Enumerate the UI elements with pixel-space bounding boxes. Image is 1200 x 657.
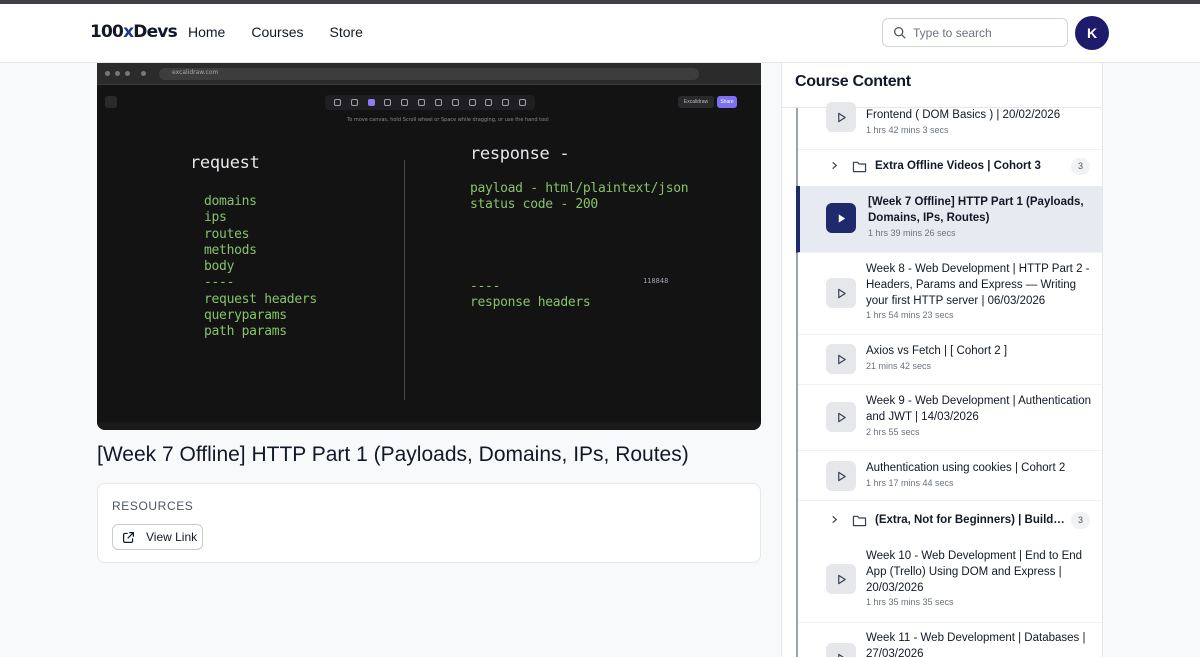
chevron-right-icon [832,161,838,170]
course-content-sidebar: Course Content Frontend ( DOM Basics ) |… [781,63,1103,657]
lesson-item[interactable]: Authentication using cookies | Cohort 2 … [798,451,1102,501]
sidebar-title: Course Content [795,73,911,90]
excalidraw-hint: To move canvas, hold Scroll wheel or Spa… [347,117,549,123]
resources-card: RESOURCES View Link [97,483,761,563]
board-right-heading: response - [470,144,570,164]
board-right-bottom: ---- response headers [470,279,591,311]
video-controls-strip[interactable] [97,422,761,430]
nav-store[interactable]: Store [330,24,363,40]
play-icon[interactable] [826,402,856,432]
lesson-item[interactable]: Week 9 - Web Development | Authenticatio… [798,385,1102,451]
folder-icon [852,515,867,527]
lesson-item[interactable]: Week 11 - Web Development | Databases | … [798,623,1102,657]
board-left-heading: request [190,153,260,173]
avatar[interactable]: K [1075,16,1109,50]
logo[interactable]: 100xDevs [90,22,178,42]
lesson-duration: 2 hrs 55 secs [866,426,920,437]
excalidraw-library: Excalidraw [678,96,714,108]
lesson-name: [Week 7 Offline] HTTP Part 1 (Payloads, … [868,196,1084,224]
folder-item[interactable]: (Extra, Not for Beginners) | Building a … [798,503,1102,541]
excalidraw-share: Share [717,96,737,108]
lesson-duration: 1 hrs 54 mins 23 secs [866,310,954,321]
external-link-icon [123,531,134,543]
recorded-browser-bar: excalidraw.com [97,63,761,85]
search-icon [893,26,906,39]
lesson-name: Week 11 - Web Development | Databases | … [866,632,1086,657]
play-icon[interactable] [826,461,856,491]
view-link-button[interactable]: View Link [112,524,203,550]
lesson-duration: 21 mins 42 secs [866,360,932,371]
lesson-item[interactable]: Week 10 - Web Development | End to End A… [798,541,1102,623]
lesson-name: Week 9 - Web Development | Authenticatio… [866,395,1092,423]
resources-label: RESOURCES [112,499,194,513]
folder-name: Extra Offline Videos | Cohort 3 [875,160,1041,172]
chevron-right-icon [832,515,838,524]
lesson-item[interactable]: Frontend ( DOM Basics ) | 20/02/2026 1 h… [798,102,1102,150]
lesson-name: Authentication using cookies | Cohort 2 [866,462,1066,474]
play-icon[interactable] [826,344,856,374]
folder-count: 3 [1071,512,1090,529]
lesson-title: [Week 7 Offline] HTTP Part 1 (Payloads, … [97,443,689,466]
header: 100xDevs Home Courses Store K [0,4,1200,63]
board-number: 118848 [643,277,669,285]
board-divider [404,160,405,400]
lesson-duration: 1 hrs 39 mins 26 secs [868,227,956,238]
nav-home[interactable]: Home [188,24,225,40]
view-link-label: View Link [146,530,198,544]
excalidraw-menu-icon [105,96,117,108]
play-icon[interactable] [826,278,856,308]
lesson-name: Week 8 - Web Development | HTTP Part 2 -… [866,263,1090,307]
folder-count: 3 [1071,158,1090,175]
play-icon[interactable] [826,643,856,657]
main-nav: Home Courses Store [188,24,363,40]
lesson-duration: 1 hrs 42 mins 3 secs [866,124,949,135]
nav-courses[interactable]: Courses [251,24,303,40]
lesson-item[interactable]: Week 8 - Web Development | HTTP Part 2 -… [798,253,1102,335]
folder-icon [852,161,867,173]
board-right-list: payload - html/plaintext/json status cod… [470,181,689,213]
lesson-name: Frontend ( DOM Basics ) | 20/02/2026 [866,109,1061,121]
board-left-list: domains ips routes methods body ---- req… [204,194,317,340]
lesson-duration: 1 hrs 17 mins 44 secs [866,477,954,488]
folder-name: (Extra, Not for Beginners) | Building a … [875,514,1067,526]
recorded-url: excalidraw.com [172,69,219,76]
lesson-name: Axios vs Fetch | [ Cohort 2 ] [866,345,1008,357]
lesson-item-active[interactable]: [Week 7 Offline] HTTP Part 1 (Payloads, … [796,186,1102,253]
excalidraw-toolbar [325,95,535,110]
lesson-duration: 1 hrs 35 mins 35 secs [866,597,954,608]
folder-item[interactable]: Extra Offline Videos | Cohort 3 3 [798,149,1102,187]
lesson-name: Week 10 - Web Development | End to End A… [866,550,1083,594]
search-input[interactable] [913,25,1063,40]
play-icon[interactable] [826,102,856,132]
play-icon[interactable] [826,564,856,594]
play-icon[interactable] [826,203,856,233]
lesson-item[interactable]: Axios vs Fetch | [ Cohort 2 ] 21 mins 42… [798,335,1102,385]
video-player[interactable]: excalidraw.com Excalidraw Share To move … [97,63,761,430]
search-box[interactable] [882,18,1068,47]
